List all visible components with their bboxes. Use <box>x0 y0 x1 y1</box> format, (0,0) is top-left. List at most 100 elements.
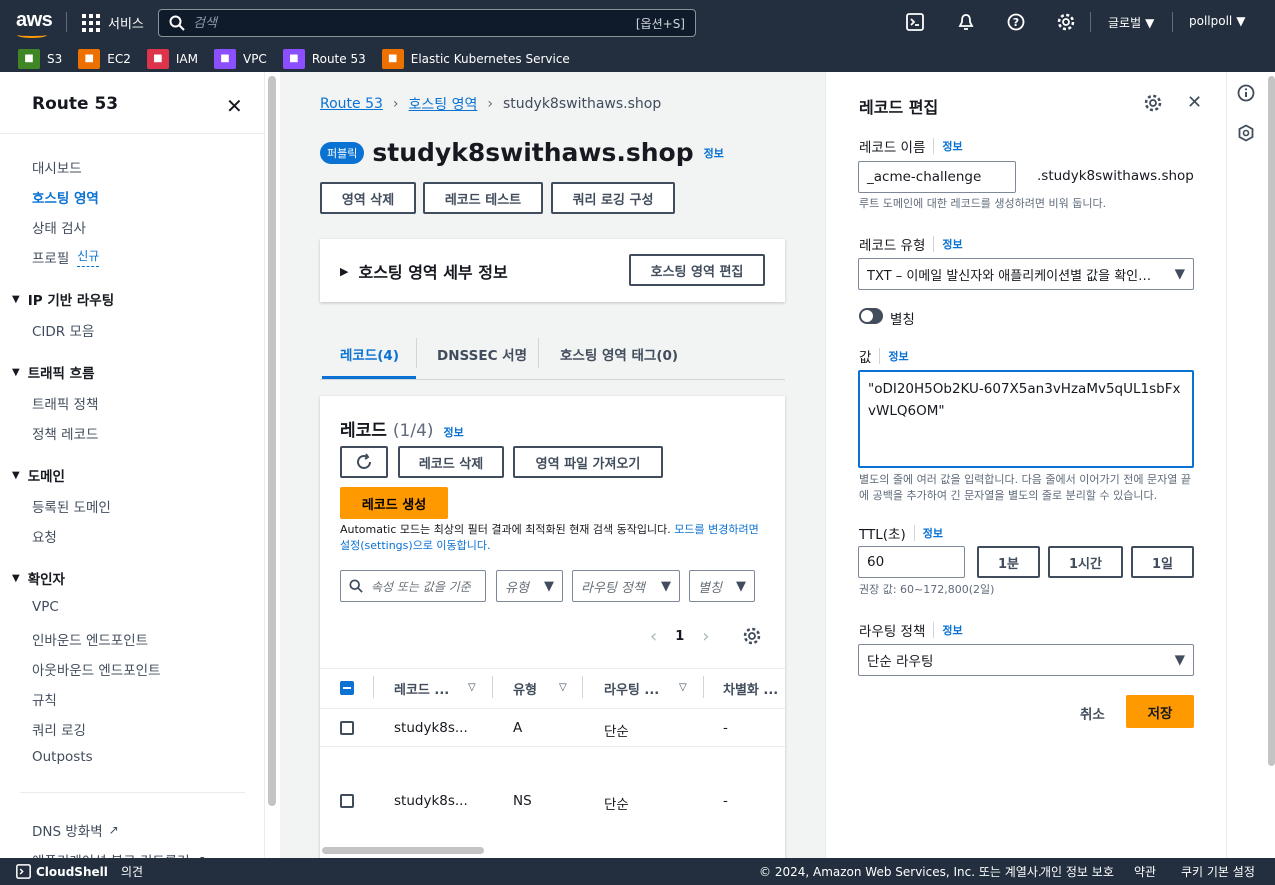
favorite-route53[interactable]: ■ Route 53 <box>282 48 366 69</box>
chevron-right-icon[interactable]: › <box>702 626 709 647</box>
region-selector[interactable]: 글로벌 ▼ <box>1108 14 1154 31</box>
column-header-record-name[interactable]: 레코드 ... <box>394 679 449 698</box>
close-icon[interactable]: ✕ <box>1187 92 1202 113</box>
routing-filter-select[interactable]: 라우팅 정책 ▼ <box>572 570 680 602</box>
ttl-1-day-button[interactable]: 1일 <box>1131 546 1194 578</box>
favorite-eks[interactable]: ■ Elastic Kubernetes Service <box>381 48 570 69</box>
sidebar-item-outposts[interactable]: Outposts <box>32 749 93 765</box>
sort-icon[interactable]: ▽ <box>468 682 476 693</box>
section-domains[interactable]: ▼ 도메인 <box>12 465 65 485</box>
search-input[interactable] <box>193 15 636 31</box>
sidebar-item-outbound-endpoints[interactable]: 아웃바운드 엔드포인트 <box>32 659 161 679</box>
info-link[interactable]: 정보 <box>933 622 963 638</box>
section-resolver[interactable]: ▼ 확인자 <box>12 568 65 588</box>
edit-zone-button[interactable]: 호스팅 영역 편집 <box>629 254 765 286</box>
sidebar-item-health-checks[interactable]: 상태 검사 <box>32 217 86 237</box>
save-button[interactable]: 저장 <box>1126 695 1194 728</box>
table-horizontal-scrollbar[interactable] <box>322 847 484 854</box>
sidebar-item-vpc[interactable]: VPC <box>32 599 59 615</box>
value-textarea[interactable]: "oDI20H5Ob2KU-607X5an3vHzaMv5qUL1sbFxvWL… <box>858 370 1194 468</box>
sidebar-item-dns-firewall[interactable]: DNS 방화벽 ↗ <box>32 820 119 840</box>
info-link[interactable]: 정보 <box>879 348 909 364</box>
ttl-input[interactable]: 60 <box>858 546 965 578</box>
info-link[interactable]: 정보 <box>444 424 464 440</box>
sidebar-item-profiles[interactable]: 프로필 신규 <box>32 247 100 267</box>
sidebar-item-inbound-endpoints[interactable]: 인바운드 엔드포인트 <box>32 629 148 649</box>
breadcrumb-hosted-zones[interactable]: 호스팅 영역 <box>409 94 478 114</box>
refresh-button[interactable] <box>340 446 388 478</box>
property-filter[interactable]: 속성 또는 값을 기준 <box>340 570 486 602</box>
record-type-select[interactable]: TXT – 이메일 발신자와 애플리케이션별 값을 확인… ▼ <box>858 258 1194 290</box>
bell-icon[interactable] <box>956 12 976 32</box>
column-header-differentiator[interactable]: 차별화 ... <box>723 679 778 698</box>
record-name-input[interactable]: _acme-challenge <box>858 161 1016 193</box>
favorite-ec2[interactable]: ■ EC2 <box>78 48 131 69</box>
panel-settings-icon[interactable] <box>1144 94 1162 116</box>
tab-records[interactable]: 레코드(4) <box>340 344 399 364</box>
cookie-preferences-link[interactable]: 쿠키 기본 설정 <box>1181 863 1255 880</box>
page-scrollbar[interactable] <box>1268 76 1275 766</box>
column-header-type[interactable]: 유형 <box>513 679 537 698</box>
routing-policy-select[interactable]: 단순 라우팅 ▼ <box>858 644 1194 676</box>
test-record-button[interactable]: 레코드 테스트 <box>423 182 543 214</box>
favorite-s3[interactable]: ■ S3 <box>18 48 62 69</box>
terms-link[interactable]: 약관 <box>1134 863 1156 880</box>
type-filter-select[interactable]: 유형 ▼ <box>496 570 563 602</box>
page-number[interactable]: 1 <box>675 629 684 644</box>
section-traffic-flow[interactable]: ▼ 트래픽 흐름 <box>12 362 95 382</box>
cancel-button[interactable]: 취소 <box>1080 703 1105 723</box>
account-menu[interactable]: pollpoll ▼ <box>1189 14 1246 28</box>
sidebar-title[interactable]: Route 53 <box>32 94 118 114</box>
sidebar-item-traffic-policies[interactable]: 트래픽 정책 <box>32 393 98 413</box>
search-bar[interactable]: [옵션+S] <box>158 9 696 37</box>
info-panel-icon[interactable] <box>1237 84 1255 106</box>
sidebar-item-cidr[interactable]: CIDR 모음 <box>32 320 94 340</box>
sidebar-item-rules[interactable]: 규칙 <box>32 689 57 709</box>
tab-dnssec[interactable]: DNSSEC 서명 <box>437 344 527 364</box>
configure-query-logging-button[interactable]: 쿼리 로깅 구성 <box>551 182 675 214</box>
cloudshell-button[interactable]: CloudShell <box>16 864 108 879</box>
section-ip-routing[interactable]: ▼ IP 기반 라우팅 <box>12 289 114 309</box>
hexagon-icon[interactable] <box>1237 124 1255 146</box>
sort-icon[interactable]: ▽ <box>679 682 687 693</box>
chevron-left-icon[interactable]: ‹ <box>650 626 657 647</box>
sidebar-scrollbar[interactable] <box>268 76 276 806</box>
create-record-button[interactable]: 레코드 생성 <box>340 487 448 519</box>
row-checkbox[interactable] <box>340 794 354 812</box>
delete-record-button[interactable]: 레코드 삭제 <box>398 446 504 478</box>
feedback-link[interactable]: 의견 <box>121 863 143 880</box>
info-link[interactable]: 정보 <box>913 525 943 541</box>
row-checkbox[interactable] <box>340 721 354 739</box>
sidebar-item-dashboard[interactable]: 대시보드 <box>32 157 82 177</box>
ttl-1-hour-button[interactable]: 1시간 <box>1048 546 1123 578</box>
privacy-link[interactable]: 개인 정보 보호 <box>1040 863 1114 880</box>
delete-zone-button[interactable]: 영역 삭제 <box>320 182 416 214</box>
sidebar-item-registered-domains[interactable]: 등록된 도메인 <box>32 496 111 516</box>
select-all-checkbox[interactable] <box>340 681 354 699</box>
import-zone-file-button[interactable]: 영역 파일 가져오기 <box>513 446 663 478</box>
column-header-routing[interactable]: 라우팅 ... <box>604 679 659 698</box>
sort-icon[interactable]: ▽ <box>559 682 567 693</box>
breadcrumb-route53[interactable]: Route 53 <box>320 96 383 112</box>
sidebar-item-policy-records[interactable]: 정책 레코드 <box>32 423 98 443</box>
info-link[interactable]: 정보 <box>933 236 963 252</box>
help-icon[interactable]: ? <box>1006 12 1026 32</box>
ttl-1-minute-button[interactable]: 1분 <box>977 546 1040 578</box>
table-settings-icon[interactable] <box>743 627 761 649</box>
sidebar-item-requests[interactable]: 요청 <box>32 526 57 546</box>
cloudshell-icon[interactable] <box>905 12 925 32</box>
favorite-vpc[interactable]: ■ VPC <box>213 48 267 69</box>
favorite-iam[interactable]: ■ IAM <box>146 48 198 69</box>
close-icon[interactable]: ✕ <box>226 94 243 118</box>
settings-gear-icon[interactable] <box>1056 12 1076 32</box>
alias-filter-select[interactable]: 별칭 ▼ <box>689 570 755 602</box>
sidebar-item-app-recovery[interactable]: 애플리케이션 복구 컨트롤러 ↗ <box>32 850 206 858</box>
aws-logo[interactable]: aws <box>16 9 53 32</box>
services-menu-button[interactable]: 서비스 <box>82 13 144 32</box>
tab-zone-tags[interactable]: 호스팅 영역 태그(0) <box>560 344 678 364</box>
zone-details-toggle[interactable]: ▶ 호스팅 영역 세부 정보 <box>340 259 508 283</box>
alias-toggle[interactable] <box>859 308 883 324</box>
info-link[interactable]: 정보 <box>704 145 724 161</box>
info-link[interactable]: 정보 <box>933 138 963 154</box>
sidebar-item-query-logging[interactable]: 쿼리 로깅 <box>32 719 86 739</box>
